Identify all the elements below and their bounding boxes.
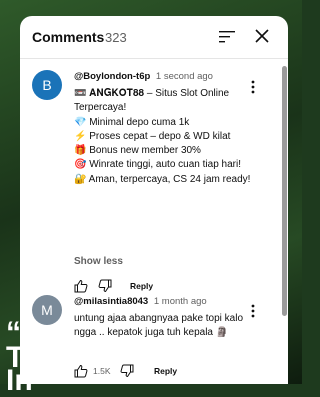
reply-button[interactable]: Reply <box>154 366 177 376</box>
show-less-link[interactable]: Show less <box>74 256 123 267</box>
comment-meta: @milasintia8043 1 month ago <box>74 296 207 307</box>
like-count: 1.5K <box>93 366 111 376</box>
close-icon[interactable] <box>254 28 270 44</box>
scrollbar[interactable] <box>282 66 287 316</box>
comment-author[interactable]: @Boylondon-t6p <box>74 71 150 82</box>
comment-text: untung ajaa abangnyaa pake topi kalo ngg… <box>74 313 244 339</box>
sort-icon[interactable] <box>219 30 235 44</box>
like-icon[interactable] <box>74 364 88 378</box>
comments-panel: Comments 323 B @Boylondon-t6p 1 second a… <box>20 16 288 384</box>
like-icon[interactable] <box>74 279 88 293</box>
comments-header: Comments 323 <box>20 16 288 58</box>
dislike-icon[interactable] <box>120 364 134 378</box>
comment-time[interactable]: 1 second ago <box>156 71 213 82</box>
comment-author[interactable]: @milasintia8043 <box>74 296 148 307</box>
header-divider <box>20 58 288 59</box>
dislike-icon[interactable] <box>98 279 112 293</box>
comments-count: 323 <box>105 30 127 45</box>
comment-meta: @Boylondon-t6p 1 second ago <box>74 71 213 82</box>
comment-time[interactable]: 1 month ago <box>154 296 207 307</box>
avatar-letter: B <box>42 77 52 93</box>
avatar[interactable]: M <box>32 295 62 325</box>
comments-title: Comments <box>32 29 105 45</box>
reply-button[interactable]: Reply <box>130 281 153 291</box>
avatar-letter: M <box>41 302 53 318</box>
avatar[interactable]: B <box>32 70 62 100</box>
comment-text: 📼 𝐀𝐍𝐆𝐊𝐎𝐓𝟖𝟖 – Situs Slot Online Terpercay… <box>74 88 251 185</box>
